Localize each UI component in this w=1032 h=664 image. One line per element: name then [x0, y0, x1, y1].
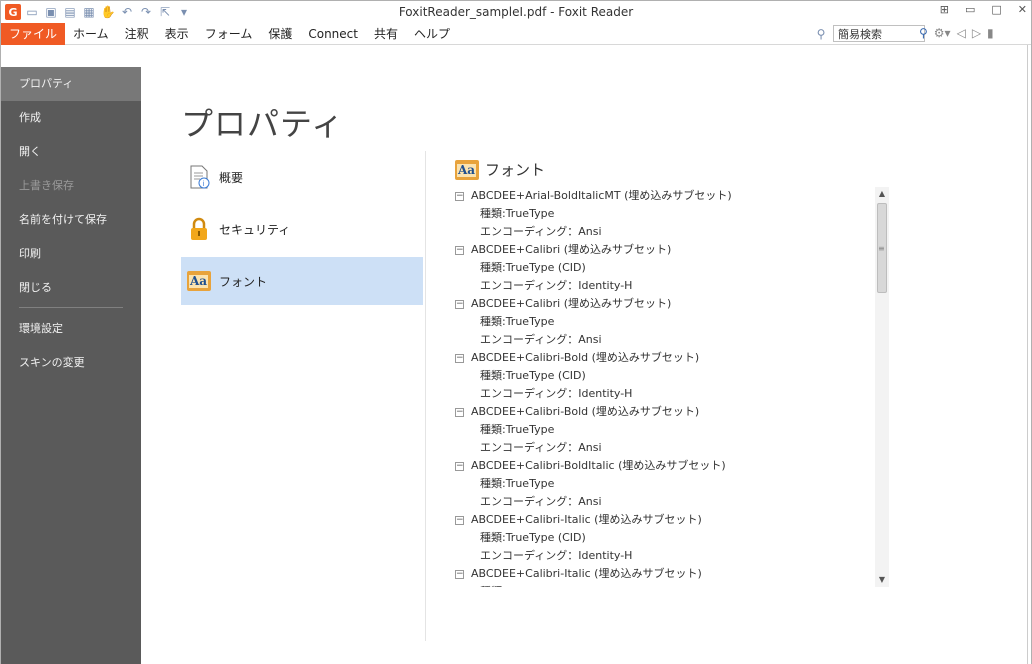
font-encoding: エンコーディング：Identity-H — [480, 387, 633, 400]
page-title: プロパティ — [181, 105, 345, 143]
font-entry[interactable]: − ABCDEE+Calibri (埋め込みサブセット) — [455, 295, 875, 313]
close-icon[interactable]: ✕ — [1018, 3, 1027, 16]
font-type: 種類:TrueType (CID) — [480, 531, 586, 544]
search-input[interactable] — [833, 25, 925, 42]
sidebar-item-close[interactable]: 閉じる — [1, 271, 141, 305]
font-encoding: エンコーディング：Ansi — [480, 225, 602, 238]
category-fonts[interactable]: Aa フォント — [181, 257, 423, 305]
window-right-edge — [1027, 45, 1031, 664]
font-tree-list[interactable]: − ABCDEE+Arial-BoldItalicMT (埋め込みサブセット) 種… — [455, 187, 875, 587]
font-entry[interactable]: − ABCDEE+Calibri-Bold (埋め込みサブセット) — [455, 403, 875, 421]
menu-view[interactable]: 表示 — [157, 23, 197, 45]
menu-help[interactable]: ヘルプ — [406, 23, 458, 45]
document-info-icon: i — [187, 165, 211, 189]
menu-file[interactable]: ファイル — [1, 23, 66, 45]
font-encoding: エンコーディング：Ansi — [480, 495, 602, 508]
fonts-heading: Aa フォント — [455, 159, 545, 180]
sidebar-item-properties[interactable]: プロパティ — [1, 67, 141, 101]
font-list-scrollbar[interactable]: ▲ ≡ ▼ — [875, 187, 889, 587]
scroll-up-icon[interactable]: ▲ — [875, 187, 889, 201]
font-entry[interactable]: − ABCDEE+Calibri-BoldItalic (埋め込みサブセット) — [455, 457, 875, 475]
collapse-icon[interactable]: − — [455, 461, 464, 471]
svg-text:i: i — [203, 180, 205, 188]
backstage-sidebar: プロパティ 作成 開く 上書き保存 名前を付けて保存 印刷 閉じる 環境設定 ス… — [1, 67, 141, 664]
collapse-icon[interactable]: − — [455, 515, 464, 525]
menu-comment[interactable]: 注釈 — [117, 23, 157, 45]
category-description-label: 概要 — [219, 170, 244, 185]
font-icon: Aa — [187, 269, 211, 293]
menu-protect[interactable]: 保護 — [260, 23, 300, 45]
font-type: 種類:TrueType (CID) — [480, 369, 586, 382]
search-options-icon[interactable]: ⚲ — [813, 26, 829, 42]
lock-icon — [187, 217, 211, 241]
collapse-icon[interactable]: − — [455, 245, 464, 255]
sidebar-divider — [19, 307, 123, 308]
font-encoding: エンコーディング：Ansi — [480, 441, 602, 454]
category-fonts-label: フォント — [219, 274, 268, 289]
menu-share[interactable]: 共有 — [366, 23, 406, 45]
next-icon[interactable]: ▷ — [972, 25, 981, 42]
font-entry[interactable]: − ABCDEE+Calibri-Italic (埋め込みサブセット) — [455, 511, 875, 529]
font-type: 種類:TrueType — [480, 423, 555, 436]
font-entry[interactable]: − ABCDEE+Calibri-Italic (埋め込みサブセット) — [455, 565, 875, 583]
foxit-reader-window: G ▭ ▣ ▤ ▦ ✋ ↶ ↷ ⇱ ▾ FoxitReader_sampleI.… — [0, 0, 1032, 664]
category-description[interactable]: i 概要 — [181, 153, 423, 201]
minimize-icon[interactable]: ▭ — [965, 3, 975, 16]
menu-bar: ファイル ホーム 注釈 表示 フォーム 保護 Connect 共有 ヘルプ ⚲ … — [1, 23, 1031, 45]
font-type: 種類:TrueType — [480, 477, 555, 490]
collapse-icon[interactable]: − — [455, 407, 464, 417]
sidebar-item-preferences[interactable]: 環境設定 — [1, 312, 141, 346]
font-type: 種類:TrueType — [455, 583, 875, 587]
sidebar-item-change-skin[interactable]: スキンの変更 — [1, 346, 141, 380]
window-controls: ⊞ ▭ □ ✕ — [940, 3, 1027, 16]
settings-icon[interactable]: ⚙▾ — [934, 25, 951, 42]
font-type: 種類:TrueType — [480, 315, 555, 328]
menu-form[interactable]: フォーム — [197, 23, 261, 45]
search-icon[interactable]: ⚲ — [919, 25, 928, 42]
sidebar-item-print[interactable]: 印刷 — [1, 237, 141, 271]
properties-page: プロパティ i 概要 セキュリティ Aa フォント Aa フォント − ABCD… — [141, 67, 1027, 664]
menu-connect[interactable]: Connect — [300, 23, 366, 45]
bookmark-icon[interactable]: ▮ — [987, 25, 994, 42]
window-title: FoxitReader_sampleI.pdf - Foxit Reader — [398, 5, 634, 19]
property-categories: i 概要 セキュリティ Aa フォント — [181, 153, 423, 309]
font-entry[interactable]: − ABCDEE+Calibri (埋め込みサブセット) — [455, 241, 875, 259]
font-encoding: エンコーディング：Identity-H — [480, 549, 633, 562]
collapse-icon[interactable]: − — [455, 569, 464, 579]
font-heading-icon: Aa — [455, 159, 479, 180]
font-encoding: エンコーディング：Identity-H — [480, 279, 633, 292]
scroll-grip-icon: ≡ — [878, 244, 885, 253]
sidebar-item-save-as[interactable]: 名前を付けて保存 — [1, 203, 141, 237]
collapse-icon[interactable]: − — [455, 299, 464, 309]
sidebar-item-open[interactable]: 開く — [1, 135, 141, 169]
font-type: 種類:TrueType — [480, 207, 555, 220]
fonts-heading-label: フォント — [485, 161, 546, 179]
scroll-down-icon[interactable]: ▼ — [875, 573, 889, 587]
panel-divider — [425, 151, 426, 641]
title-bar: G ▭ ▣ ▤ ▦ ✋ ↶ ↷ ⇱ ▾ FoxitReader_sampleI.… — [1, 1, 1031, 23]
nav-icons: ⚲ ⚙▾ ◁ ▷ ▮ — [919, 25, 994, 42]
category-security-label: セキュリティ — [219, 222, 291, 237]
sidebar-item-save: 上書き保存 — [19, 179, 74, 192]
menu-home[interactable]: ホーム — [65, 23, 117, 45]
font-entry[interactable]: − ABCDEE+Calibri-Bold (埋め込みサブセット) — [455, 349, 875, 367]
quick-search: ⚲ — [813, 25, 925, 42]
ribbon-toggle-icon[interactable]: ⊞ — [940, 3, 949, 16]
font-encoding: エンコーディング：Ansi — [480, 333, 602, 346]
collapse-icon[interactable]: − — [455, 191, 464, 201]
collapse-icon[interactable]: − — [455, 353, 464, 363]
sidebar-item-create[interactable]: 作成 — [1, 101, 141, 135]
prev-icon[interactable]: ◁ — [957, 25, 966, 42]
font-entry[interactable]: − ABCDEE+Arial-BoldItalicMT (埋め込みサブセット) — [455, 187, 875, 205]
category-security[interactable]: セキュリティ — [181, 205, 423, 253]
font-type: 種類:TrueType (CID) — [480, 261, 586, 274]
restore-icon[interactable]: □ — [991, 3, 1001, 16]
